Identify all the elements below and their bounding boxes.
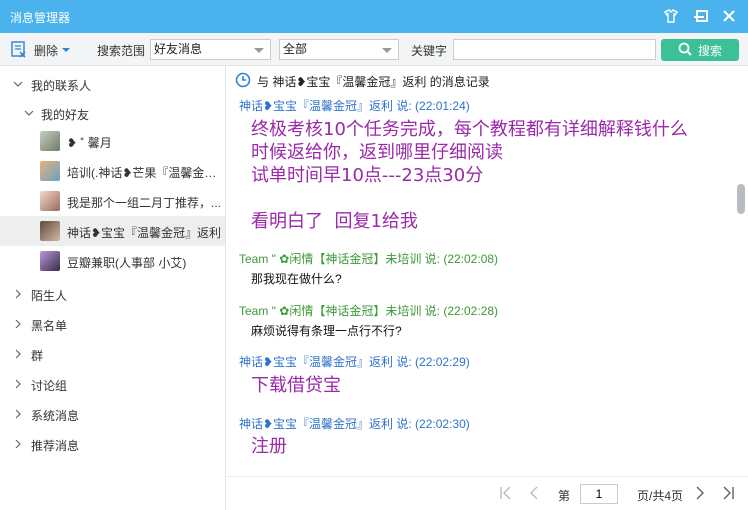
contact-name: ❥ ˚ 馨月: [67, 136, 112, 150]
window-title: 消息管理器: [10, 11, 71, 25]
page-total: 页/共4页: [637, 489, 684, 503]
avatar: [40, 251, 60, 271]
chevron-right-icon: [15, 289, 21, 299]
keyword-input[interactable]: [453, 39, 656, 60]
message-text: 下载借贷宝: [251, 375, 341, 396]
contact-name: 培训(.神话❥芒果『温馨金冠...: [67, 166, 222, 180]
maximize-icon[interactable]: [691, 6, 713, 26]
tree-group-recommend[interactable]: 推荐消息: [0, 431, 225, 457]
scope-select[interactable]: 好友消息: [150, 39, 271, 60]
contact-item[interactable]: 培训(.神话❥芒果『温馨金冠...: [0, 156, 225, 186]
tree-group-groups[interactable]: 群: [0, 341, 225, 367]
chevron-down-icon: [254, 48, 264, 53]
range-select-value: 全部: [283, 42, 308, 56]
tree-group-discussions[interactable]: 讨论组: [0, 371, 225, 397]
contact-name: 我是那个一组二月丁推荐，...: [67, 196, 222, 210]
last-page-icon[interactable]: [721, 486, 735, 500]
clock-icon: [235, 72, 251, 91]
keyword-label: 关键字: [411, 44, 448, 58]
contact-item-selected[interactable]: 神话❥宝宝『温馨金冠』返利: [0, 216, 225, 246]
title-bar: 消息管理器: [0, 0, 748, 33]
range-select[interactable]: 全部: [279, 39, 399, 60]
contacts-sidebar: 我的联系人 我的好友 ❥ ˚ 馨月 培训(.神话❥芒果『温馨金冠... 我是那个…: [0, 66, 226, 510]
search-label: 搜索: [697, 43, 722, 58]
contact-item[interactable]: 豆瓣兼职(人事部 小艾): [0, 246, 225, 276]
message-text: 注册: [251, 436, 287, 457]
tree-my-contacts[interactable]: 我的联系人: [0, 71, 225, 97]
message-header: 与 神话❥宝宝『温馨金冠』返利 的消息记录: [235, 72, 490, 90]
contact-item[interactable]: 我是那个一组二月丁推荐，...: [0, 186, 225, 216]
delete-icon: [10, 40, 28, 61]
avatar: [40, 221, 60, 241]
tree-label: 群: [31, 349, 44, 363]
chevron-right-icon: [15, 439, 21, 449]
search-button[interactable]: 搜索: [661, 39, 739, 61]
tree-label: 推荐消息: [31, 439, 80, 453]
tree-label: 我的联系人: [31, 79, 92, 93]
pagination-bar: 第 页/共4页: [227, 476, 748, 510]
message-header-title: 与 神话❥宝宝『温馨金冠』返利 的消息记录: [257, 74, 490, 89]
next-page-icon[interactable]: [693, 486, 707, 500]
scope-select-value: 好友消息: [154, 42, 203, 56]
contact-name: 豆瓣兼职(人事部 小艾): [67, 256, 187, 270]
chevron-right-icon: [15, 409, 21, 419]
tree-group-blacklist[interactable]: 黑名单: [0, 311, 225, 337]
message-sender: 神话❥宝宝『温馨金冠』返利 说: (22:02:30): [239, 417, 470, 431]
tree-my-friends[interactable]: 我的好友: [0, 100, 225, 126]
message-text: 那我现在做什么?: [251, 272, 342, 286]
message-sender: 神话❥宝宝『温馨金冠』返利 说: (22:01:24): [239, 99, 470, 113]
chevron-down-icon: [24, 110, 34, 116]
first-page-icon[interactable]: [499, 486, 513, 500]
chevron-right-icon: [15, 349, 21, 359]
chevron-right-icon: [15, 319, 21, 329]
delete-label: 删除: [34, 43, 59, 58]
message-text: 终极考核10个任务完成，每个教程都有详细解释钱什么 时候返给你，返到哪里仔细阅读…: [251, 119, 688, 232]
close-icon[interactable]: [718, 6, 740, 26]
message-scrollbar[interactable]: [735, 66, 748, 476]
prev-page-icon[interactable]: [527, 486, 541, 500]
chevron-down-icon: [382, 48, 392, 53]
message-sender: 神话❥宝宝『温馨金冠』返利 说: (22:02:29): [239, 355, 470, 369]
toolbar: 删除 搜索范围 好友消息 全部 关键字 搜索: [0, 33, 748, 66]
message-text: 麻烦说得有条理一点行不行?: [251, 324, 402, 338]
tree-label: 系统消息: [31, 409, 80, 423]
tree-label: 黑名单: [31, 319, 68, 333]
search-icon: [678, 42, 692, 59]
delete-button[interactable]: 删除: [10, 39, 71, 61]
message-panel: 与 神话❥宝宝『温馨金冠』返利 的消息记录 神话❥宝宝『温馨金冠』返利 说: (…: [227, 66, 748, 476]
chevron-down-icon: [13, 81, 23, 87]
message-sender: Team " ✿闲情【神话金冠】未培训 说: (22:02:08): [239, 252, 499, 266]
tree-label: 我的好友: [41, 108, 90, 122]
skin-icon[interactable]: [660, 6, 682, 26]
tree-label: 讨论组: [31, 379, 68, 393]
contact-item[interactable]: ❥ ˚ 馨月: [0, 126, 225, 156]
message-sender: Team " ✿闲情【神话金冠】未培训 说: (22:02:28): [239, 304, 499, 318]
tree-group-strangers[interactable]: 陌生人: [0, 281, 225, 307]
tree-label: 陌生人: [31, 289, 68, 303]
search-scope-label: 搜索范围: [97, 44, 146, 58]
scrollbar-thumb[interactable]: [737, 184, 745, 214]
page-number-input[interactable]: [580, 484, 618, 504]
avatar: [40, 161, 60, 181]
avatar: [40, 191, 60, 211]
avatar: [40, 131, 60, 151]
contact-name: 神话❥宝宝『温馨金冠』返利: [67, 226, 222, 240]
tree-group-system[interactable]: 系统消息: [0, 401, 225, 427]
chevron-right-icon: [15, 379, 21, 389]
page-prefix: 第: [558, 489, 571, 503]
chevron-down-icon: [62, 48, 71, 52]
